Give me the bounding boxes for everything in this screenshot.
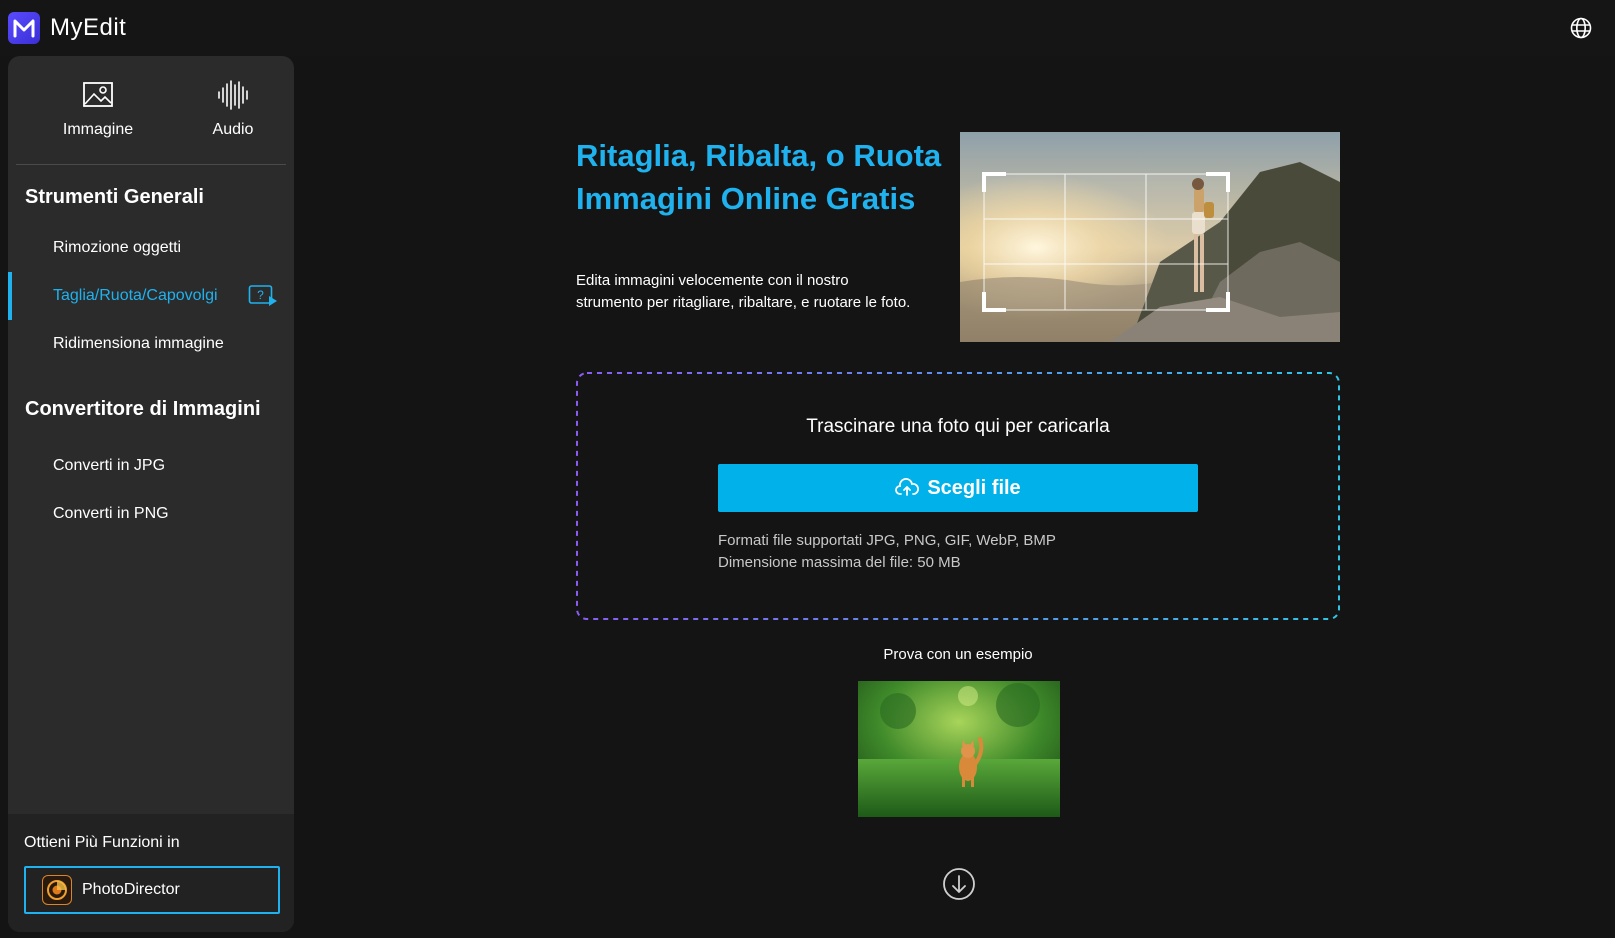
photodirector-button[interactable]: PhotoDirector — [24, 866, 280, 914]
mode-image-label: Immagine — [62, 121, 134, 138]
mode-image-tab[interactable]: Immagine — [33, 78, 163, 139]
sample-image-cat[interactable] — [858, 681, 1060, 817]
sidebar-item-crop-rotate-flip[interactable]: Taglia/Ruota/Capovolgi ? — [8, 272, 294, 320]
audio-waveform-icon — [218, 80, 248, 110]
sidebar: Immagine Audio Strumenti Generali Rimozi… — [8, 56, 294, 932]
hero-description: Edita immagini velocemente con il nostro… — [576, 272, 911, 311]
sidebar-divider — [16, 164, 286, 165]
upload-info: Formati file supportati JPG, PNG, GIF, W… — [718, 530, 1056, 574]
section-title-image-converter: Convertitore di Immagini — [25, 398, 261, 420]
hero-crop-demo-image — [960, 132, 1340, 342]
app-name[interactable]: MyEdit — [50, 14, 126, 42]
mode-audio-tab[interactable]: Audio — [168, 78, 294, 139]
sidebar-item-label: Converti in PNG — [53, 505, 169, 522]
mode-audio-label: Audio — [212, 121, 254, 138]
page-title: Ritaglia, Ribalta, o Ruota Immagini Onli… — [576, 138, 942, 216]
drop-instructions: Trascinare una foto qui per caricarla — [806, 416, 1110, 437]
choose-file-button[interactable]: Scegli file — [718, 464, 1198, 512]
sidebar-item-object-removal[interactable]: Rimozione oggetti — [8, 226, 294, 270]
sidebar-item-label: Taglia/Ruota/Capovolgi — [53, 287, 218, 304]
cloud-upload-icon — [895, 478, 920, 496]
help-video-icon[interactable]: ? — [248, 284, 278, 308]
arrow-down-circle-icon[interactable] — [942, 867, 976, 901]
photodirector-label: PhotoDirector — [82, 881, 180, 898]
choose-file-label: Scegli file — [927, 476, 1021, 499]
photodirector-logo-icon — [42, 875, 72, 905]
promo-panel: Ottieni Più Funzioni in PhotoDirector — [8, 814, 294, 932]
svg-text:?: ? — [257, 288, 264, 302]
supported-formats-text: Formati file supportati JPG, PNG, GIF, W… — [718, 532, 1056, 549]
globe-icon[interactable] — [1569, 16, 1593, 40]
sample-label: Prova con un esempio — [883, 646, 1033, 663]
sidebar-item-resize-image[interactable]: Ridimensiona immagine — [8, 322, 294, 366]
sidebar-item-convert-png[interactable]: Converti in PNG — [8, 492, 294, 536]
sidebar-item-convert-jpg[interactable]: Converti in JPG — [8, 444, 294, 488]
image-icon — [83, 82, 113, 107]
sidebar-item-label: Rimozione oggetti — [53, 239, 182, 256]
mode-switch: Immagine Audio — [8, 56, 294, 166]
section-title-general-tools: Strumenti Generali — [25, 186, 204, 208]
sidebar-item-label: Ridimensiona immagine — [53, 335, 224, 352]
promo-title: Ottieni Più Funzioni in — [24, 834, 180, 851]
max-size-text: Dimensione massima del file: 50 MB — [718, 554, 961, 571]
myedit-logo-icon[interactable] — [8, 12, 40, 44]
upload-dropzone[interactable]: Trascinare una foto qui per caricarla Sc… — [576, 372, 1340, 620]
top-bar: MyEdit — [0, 0, 1615, 56]
sidebar-item-label: Converti in JPG — [53, 457, 166, 474]
